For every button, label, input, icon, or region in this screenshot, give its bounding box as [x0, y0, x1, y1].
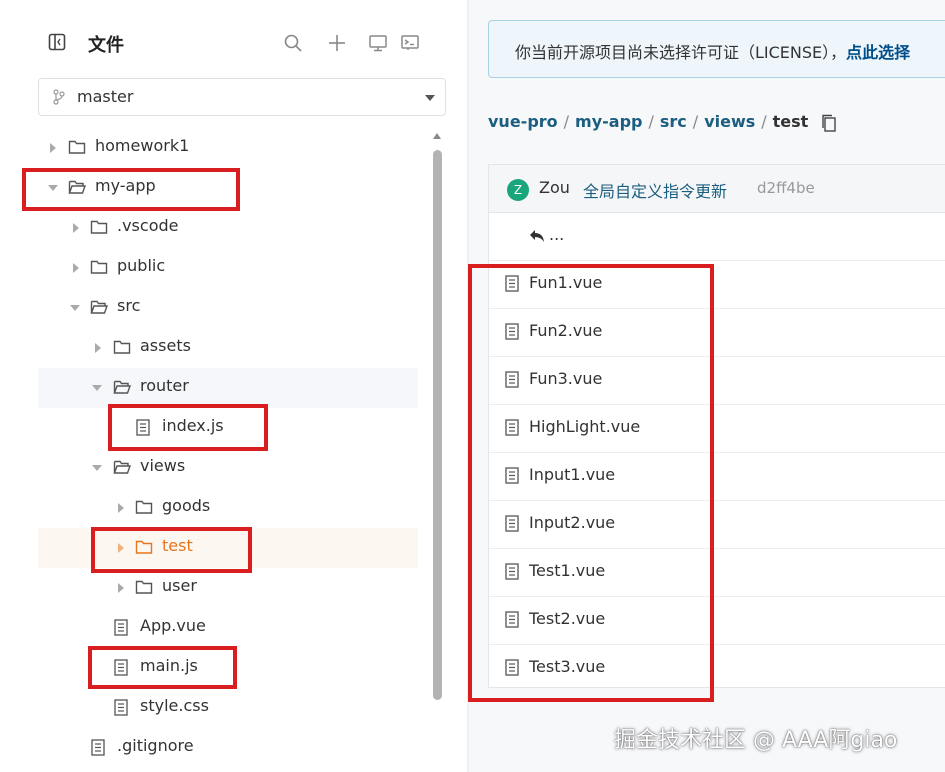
caret-down-icon	[70, 305, 80, 311]
commit-hash[interactable]: d2ff4be	[757, 179, 815, 197]
breadcrumb-separator: /	[648, 112, 654, 131]
annotation-box-file-list	[468, 264, 714, 702]
commit-message[interactable]: 全局自定义指令更新	[583, 178, 727, 202]
tree-item-app-vue[interactable]: App.vue	[38, 608, 418, 648]
tree-item-label: homework1	[95, 136, 190, 155]
tree-item-public[interactable]: public	[38, 248, 418, 288]
caret-down-icon	[92, 465, 102, 471]
caret-right-icon	[73, 263, 79, 273]
file-icon	[114, 699, 128, 716]
tree-item-label: src	[117, 296, 141, 315]
folder-open-icon	[113, 460, 131, 474]
license-select-link[interactable]: 点此选择	[846, 43, 910, 62]
license-notice-text: 你当前开源项目尚未选择许可证（LICENSE），点此选择	[515, 39, 910, 63]
tree-item-homework1[interactable]: homework1	[38, 128, 418, 168]
tree-item-vscode[interactable]: .vscode	[38, 208, 418, 248]
tree-item-label: public	[117, 256, 166, 275]
tree-item-label: router	[140, 376, 189, 395]
caret-down-icon	[92, 385, 102, 391]
branch-name: master	[77, 87, 134, 106]
tree-item-label: App.vue	[140, 616, 206, 635]
avatar[interactable]: Z	[507, 179, 529, 201]
folder-open-icon	[90, 300, 108, 314]
folder-icon	[113, 340, 131, 354]
breadcrumb-item[interactable]: vue-pro	[488, 112, 558, 131]
breadcrumb-item[interactable]: my-app	[575, 112, 642, 131]
scrollbar-thumb[interactable]	[433, 150, 442, 700]
tree-item-goods[interactable]: goods	[38, 488, 418, 528]
folder-open-icon	[113, 380, 131, 394]
git-branch-icon	[53, 89, 65, 105]
caret-right-icon	[95, 343, 101, 353]
file-icon	[91, 739, 105, 756]
terminal-icon[interactable]	[400, 33, 420, 53]
breadcrumb-separator: /	[761, 112, 767, 131]
sidebar-toggle-icon[interactable]	[48, 33, 66, 51]
annotation-box-test-folder	[91, 527, 252, 573]
annotation-box-index-js	[108, 404, 268, 451]
caret-right-icon	[118, 583, 124, 593]
commit-author[interactable]: Zou	[539, 178, 570, 197]
branch-select[interactable]: master	[38, 78, 446, 116]
tree-item-label: user	[162, 576, 197, 595]
caret-right-icon	[73, 223, 79, 233]
tree-item-router[interactable]: router	[38, 368, 418, 408]
caret-right-icon	[50, 143, 56, 153]
chevron-down-icon	[425, 95, 435, 101]
breadcrumb: vue-pro / my-app / src / views / test	[488, 112, 808, 131]
breadcrumb-separator: /	[692, 112, 699, 131]
annotation-box-my-app	[22, 168, 240, 211]
tree-item-style-css[interactable]: style.css	[38, 688, 418, 728]
folder-icon	[90, 260, 108, 274]
tree-item-user[interactable]: user	[38, 568, 418, 608]
parent-directory-row[interactable]: ...	[489, 213, 945, 261]
caret-right-icon	[118, 503, 124, 513]
folder-icon	[90, 220, 108, 234]
file-icon	[114, 619, 128, 636]
folder-icon	[135, 500, 153, 514]
search-icon[interactable]	[283, 33, 303, 53]
tree-item-views[interactable]: views	[38, 448, 418, 488]
breadcrumb-item[interactable]: src	[660, 112, 687, 131]
tree-item-label: assets	[140, 336, 191, 355]
add-icon[interactable]	[327, 33, 347, 53]
tree-item-label: .vscode	[117, 216, 179, 235]
parent-directory-label: ...	[549, 225, 565, 244]
tree-item-gitignore[interactable]: .gitignore	[38, 728, 418, 768]
tree-item-label: style.css	[140, 696, 209, 715]
watermark: 掘金技术社区 @ AAA阿giao	[614, 728, 898, 753]
sidebar-title: 文件	[88, 35, 124, 56]
folder-icon	[135, 580, 153, 594]
breadcrumb-current: test	[772, 112, 809, 131]
tree-item-assets[interactable]: assets	[38, 328, 418, 368]
latest-commit-bar: Z Zou 全局自定义指令更新 d2ff4be	[489, 165, 945, 213]
breadcrumb-item[interactable]: views	[704, 112, 755, 131]
tree-item-label: goods	[162, 496, 211, 515]
scroll-up-arrow-icon[interactable]	[433, 133, 441, 139]
breadcrumb-separator: /	[563, 112, 570, 131]
back-arrow-icon	[530, 230, 544, 242]
license-notice-message: 你当前开源项目尚未选择许可证（LICENSE），	[515, 43, 847, 62]
annotation-box-main-js	[88, 646, 237, 689]
license-notice: 你当前开源项目尚未选择许可证（LICENSE），点此选择	[488, 20, 945, 78]
tree-item-label: .gitignore	[117, 736, 194, 755]
copy-path-icon[interactable]	[820, 114, 838, 132]
tree-item-src[interactable]: src	[38, 288, 418, 328]
folder-icon	[68, 140, 86, 154]
monitor-icon[interactable]	[368, 33, 388, 53]
tree-item-label: views	[140, 456, 186, 475]
